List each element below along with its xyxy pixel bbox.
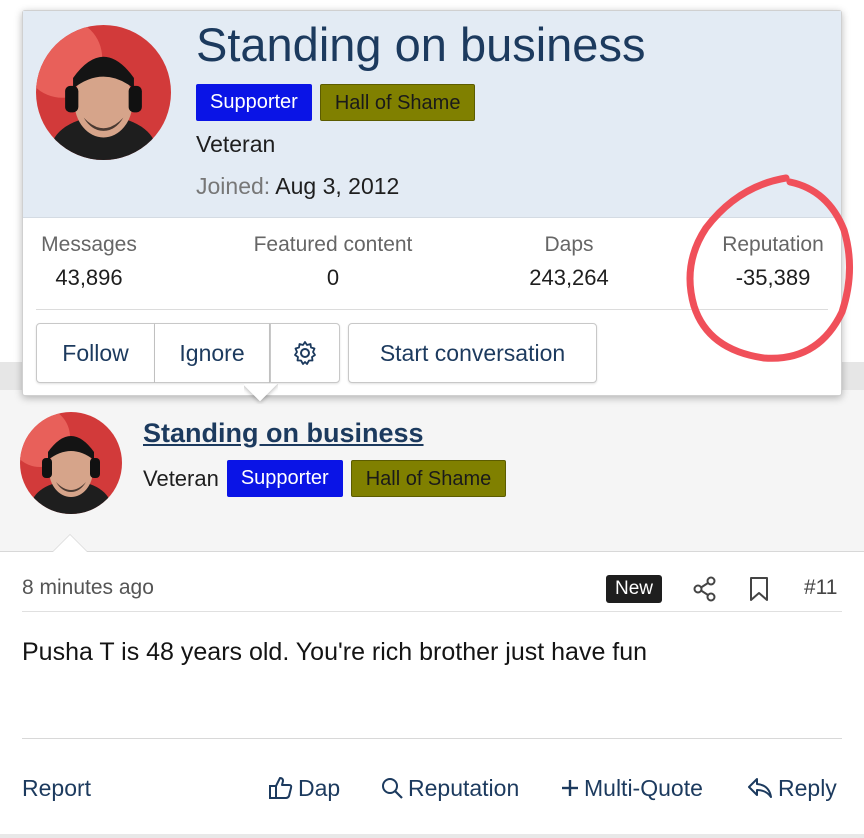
stats-divider <box>36 309 828 310</box>
reputation-label: Reputation <box>408 774 520 801</box>
dap-button[interactable]: Dap <box>268 768 340 808</box>
user-title: Veteran <box>143 465 219 491</box>
share-icon[interactable] <box>692 576 718 602</box>
gear-icon <box>294 341 316 365</box>
member-card-avatar[interactable] <box>36 25 171 160</box>
avatar-image <box>36 25 171 160</box>
settings-button[interactable] <box>270 323 340 383</box>
stat-label: Daps <box>544 233 594 256</box>
stat-value: 43,896 <box>55 265 123 290</box>
post-number-link[interactable]: #11 <box>804 576 837 600</box>
reputation-button[interactable]: Reputation <box>380 768 519 808</box>
stat-label: Reputation <box>722 233 824 256</box>
start-conversation-button[interactable]: Start conversation <box>348 323 597 383</box>
post-timestamp[interactable]: 8 minutes ago <box>22 576 154 600</box>
member-card-pointer <box>244 384 278 404</box>
thumbs-up-icon <box>269 777 293 799</box>
multi-quote-button[interactable]: Multi-Quote <box>560 768 703 808</box>
joined-label: Joined: <box>196 173 271 199</box>
reply-label: Reply <box>778 774 837 801</box>
member-stats: Messages 43,896 Featured content 0 Daps … <box>23 231 841 301</box>
member-tooltip-card: Standing on business Supporter Hall of S… <box>22 10 842 396</box>
plus-icon <box>562 780 578 796</box>
stat-value: 243,264 <box>529 265 609 290</box>
post-header: 8 minutes ago New #11 <box>22 566 842 612</box>
page-bottom-border <box>0 834 864 838</box>
member-card-username[interactable]: Standing on business <box>196 17 645 72</box>
hall-of-shame-badge: Hall of Shame <box>350 460 507 497</box>
stat-daps[interactable]: Daps 243,264 <box>519 233 619 291</box>
stat-featured-content[interactable]: Featured content 0 <box>243 233 423 291</box>
follow-button[interactable]: Follow <box>36 323 155 383</box>
stat-value: -35,389 <box>735 265 811 290</box>
post-user-meta: Veteran Supporter Hall of Shame <box>143 460 507 497</box>
supporter-badge: Supporter <box>196 84 312 121</box>
post-username-link[interactable]: Standing on business <box>143 418 424 449</box>
avatar[interactable] <box>20 412 122 514</box>
member-card-joined: Joined: Aug 3, 2012 <box>196 173 399 200</box>
member-card-badges: Supporter Hall of Shame <box>196 84 476 121</box>
member-card-user-title: Veteran <box>196 131 276 157</box>
reply-icon <box>748 778 772 798</box>
stat-label: Featured content <box>253 233 413 256</box>
bookmark-icon[interactable] <box>748 576 770 602</box>
new-badge: New <box>606 575 663 603</box>
post-footer-divider <box>22 738 842 739</box>
multi-quote-label: Multi-Quote <box>584 774 703 801</box>
stat-label: Messages <box>41 233 137 256</box>
post-actions: Report Dap Reputation Multi-Quote Reply <box>22 768 842 808</box>
supporter-badge: Supporter <box>226 460 343 497</box>
joined-date: Aug 3, 2012 <box>275 173 400 199</box>
member-card-header: Standing on business Supporter Hall of S… <box>23 11 841 218</box>
reply-button[interactable]: Reply <box>746 768 837 808</box>
stat-messages[interactable]: Messages 43,896 <box>36 233 142 291</box>
stat-value: 0 <box>326 265 340 290</box>
report-link[interactable]: Report <box>22 768 91 808</box>
dap-label: Dap <box>298 774 341 801</box>
post-user-block: Standing on business Veteran Supporter H… <box>0 390 864 552</box>
avatar-image <box>20 412 122 514</box>
search-icon <box>382 778 403 799</box>
report-label: Report <box>22 774 92 801</box>
ignore-button[interactable]: Ignore <box>155 323 270 383</box>
user-block-arrow <box>52 534 88 552</box>
stat-reputation[interactable]: Reputation -35,389 <box>713 233 833 291</box>
post-message-body: Pusha T is 48 years old. You're rich bro… <box>22 638 648 666</box>
hall-of-shame-badge: Hall of Shame <box>319 84 476 121</box>
